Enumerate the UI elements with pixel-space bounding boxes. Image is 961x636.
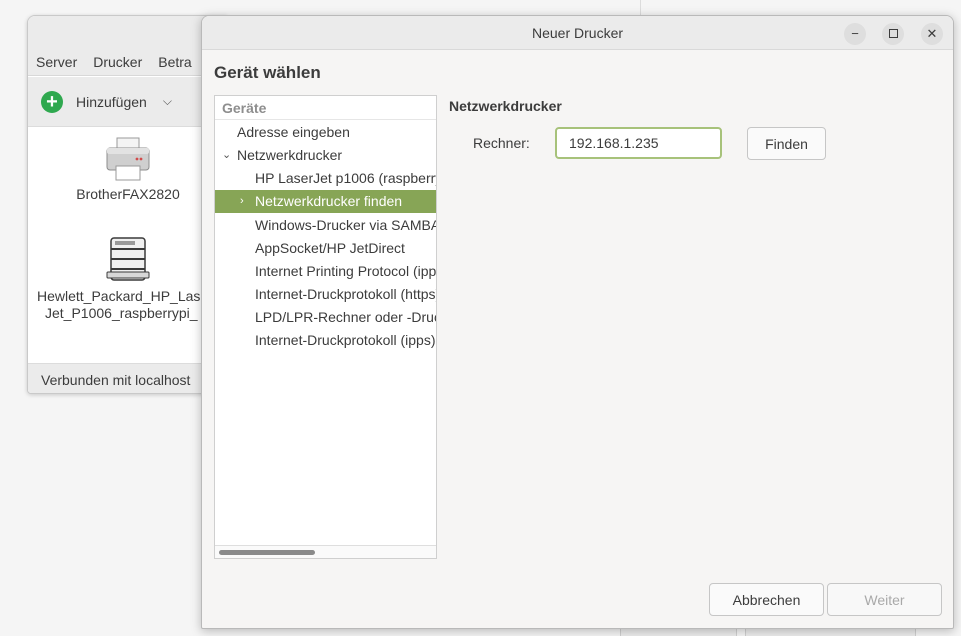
network-printer-title: Netzwerkdrucker [449,98,562,114]
tree-item-ipp[interactable]: Internet Printing Protocol (ipp) [215,260,437,283]
printer-item[interactable]: Hewlett_Packard_HP_Las Jet_P1006_raspber… [28,236,226,322]
tree-item-network-printers[interactable]: ⌄ Netzwerkdrucker [215,144,436,167]
section-title: Gerät wählen [214,63,321,82]
chevron-down-icon[interactable]: ⌄ [222,144,231,167]
connection-status: Verbunden mit localhost [28,363,226,393]
tree-item-label: HP LaserJet p1006 (raspberrypi) [255,170,436,186]
menu-drucker[interactable]: Drucker [85,54,150,70]
chevron-down-icon[interactable]: ⌵ [163,94,172,109]
toolbar: + Hinzufügen ⌵ [28,77,226,127]
back-window-titlebar [28,16,226,48]
tree-header[interactable]: Geräte [215,96,436,120]
close-icon: ✕ [926,26,938,41]
printer-item[interactable]: BrotherFAX2820 [28,136,226,203]
laser-printer-icon [106,237,150,281]
tree-item-label: Netzwerkdrucker [237,147,343,163]
host-input[interactable] [555,127,722,159]
maximize-button[interactable] [882,23,904,45]
add-button[interactable]: Hinzufügen [76,94,147,110]
next-button[interactable]: Weiter [827,583,942,616]
background-panel [620,628,737,636]
fax-printer-icon [106,137,150,181]
find-button[interactable]: Finden [747,127,826,160]
minimize-button[interactable]: − [844,23,866,45]
tree-item-lpd[interactable]: LPD/LPR-Rechner oder -Drucker [215,306,436,329]
tree-item-label: Internet Printing Protocol (ipp) [255,263,437,279]
menu-betrachten[interactable]: Betra [150,54,199,70]
printer-name: Jet_P1006_raspberrypi_ [45,305,198,321]
printer-name: Hewlett_Packard_HP_Las [37,288,201,304]
close-button[interactable]: ✕ [921,23,943,45]
horizontal-scrollbar[interactable] [215,545,436,558]
tree-item-appsocket[interactable]: AppSocket/HP JetDirect [215,237,436,260]
maximize-icon [888,29,898,39]
tree-item-address[interactable]: Adresse eingeben [215,121,436,144]
background-panel [745,628,916,636]
minimize-icon: − [851,26,859,41]
plus-circle-icon[interactable]: + [41,90,63,113]
dialog-titlebar: Neuer Drucker − ✕ [202,16,953,50]
new-printer-dialog: Neuer Drucker − ✕ Gerät wählen Geräte Ad… [201,15,954,629]
tree-item-label: Internet-Druckprotokoll (https) [255,286,437,302]
tree-item-label: Windows-Drucker via SAMBA [255,217,437,233]
tree-item-hp-laserjet[interactable]: HP LaserJet p1006 (raspberrypi) [215,167,436,190]
tree-item-label: Internet-Druckprotokoll (ipps) [255,332,436,348]
scrollbar-thumb[interactable] [219,550,315,555]
printer-settings-window: Server Drucker Betra + Hinzufügen ⌵ Brot… [27,15,227,394]
tree-item-label: LPD/LPR-Rechner oder -Drucker [255,309,436,325]
tree-item-find-network-printer[interactable]: › Netzwerkdrucker finden [215,190,436,213]
dialog-title: Neuer Drucker [531,25,624,41]
printer-list: BrotherFAX2820 Hewlett_Packard_HP_Las Je… [28,128,226,363]
tree-item-label: Adresse eingeben [237,124,350,140]
tree-item-label: Netzwerkdrucker finden [255,193,403,209]
tree-item-label: AppSocket/HP JetDirect [255,240,405,256]
printer-name: BrotherFAX2820 [76,186,180,202]
menu-server[interactable]: Server [28,54,85,70]
tree-item-https[interactable]: Internet-Druckprotokoll (https) [215,283,437,306]
tree-item-samba[interactable]: Windows-Drucker via SAMBA [215,214,437,237]
chevron-right-icon[interactable]: › [240,190,244,213]
cancel-button[interactable]: Abbrechen [709,583,824,616]
host-label: Rechner: [473,135,530,151]
device-tree: Geräte Adresse eingeben ⌄ Netzwerkdrucke… [214,95,437,559]
menu-bar: Server Drucker Betra [28,48,226,76]
tree-item-ipps[interactable]: Internet-Druckprotokoll (ipps) [215,329,436,352]
